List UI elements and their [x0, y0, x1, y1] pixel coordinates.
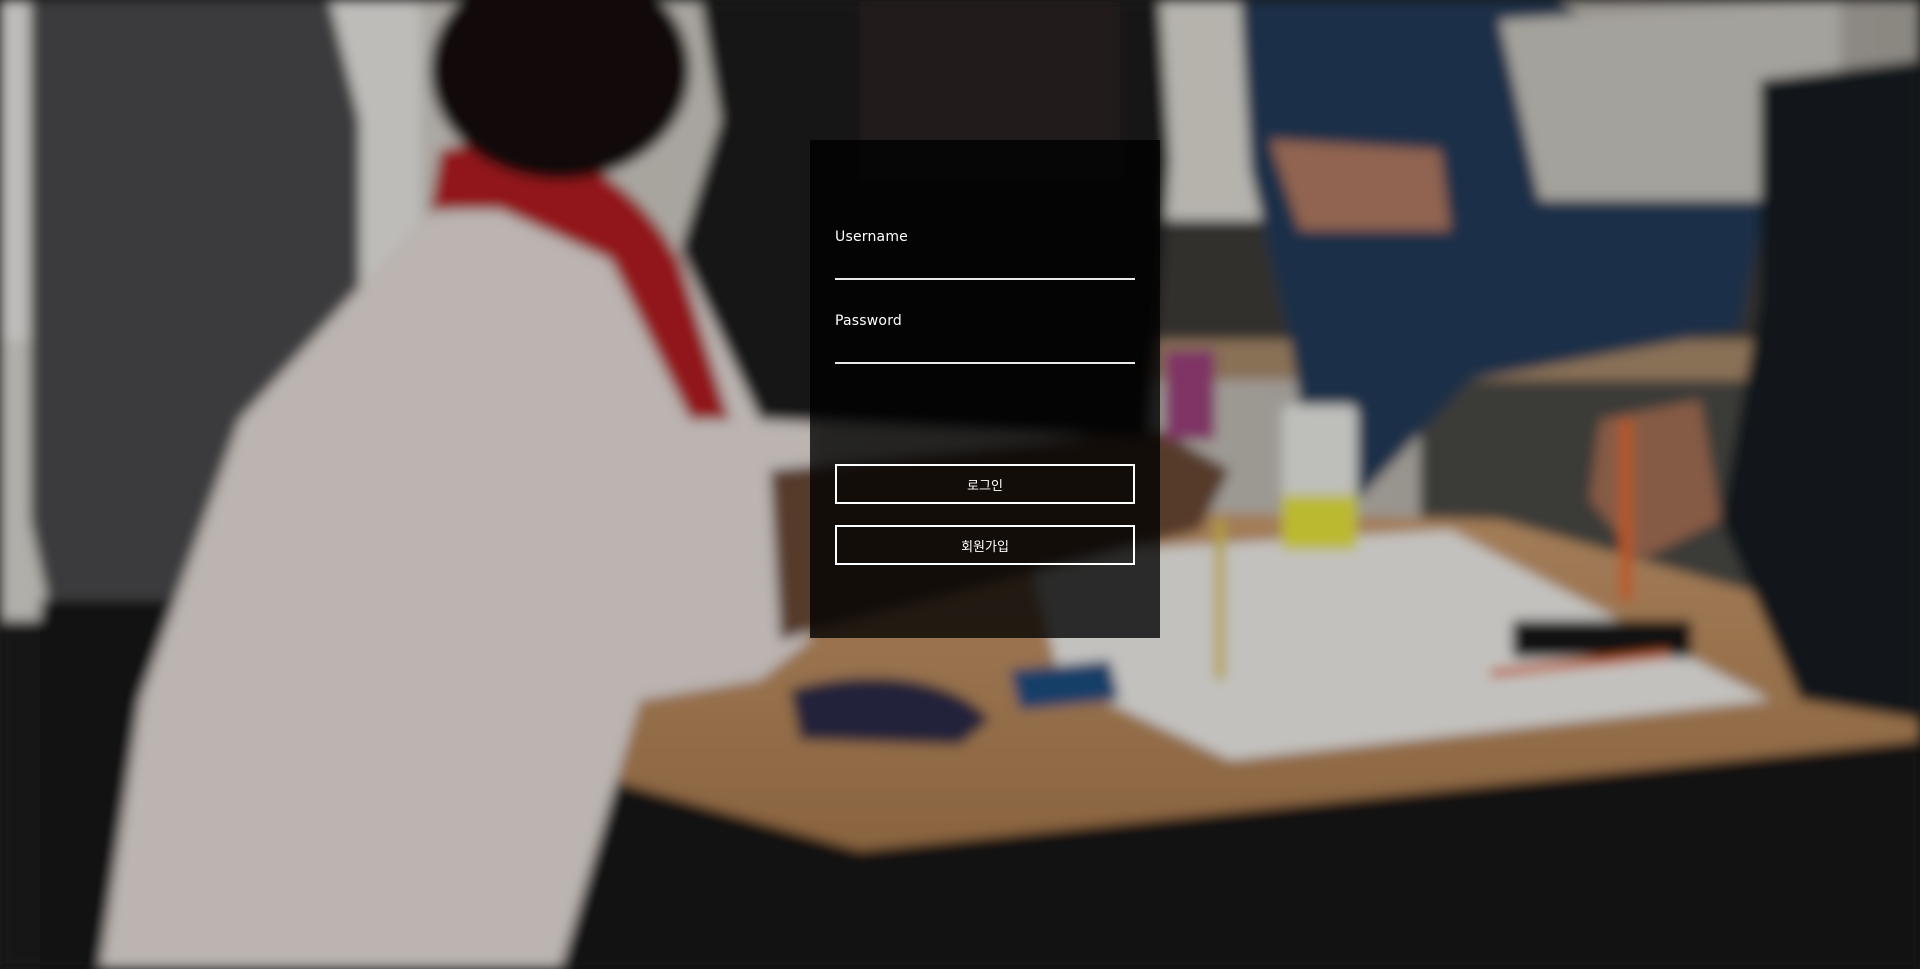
login-panel: Username Password 로그인 회원가입 [810, 140, 1160, 638]
password-label: Password [835, 313, 902, 329]
username-label: Username [835, 229, 908, 245]
login-button[interactable]: 로그인 [835, 464, 1135, 504]
signup-button[interactable]: 회원가입 [835, 525, 1135, 565]
password-input[interactable] [835, 334, 1135, 364]
username-input[interactable] [835, 250, 1135, 280]
